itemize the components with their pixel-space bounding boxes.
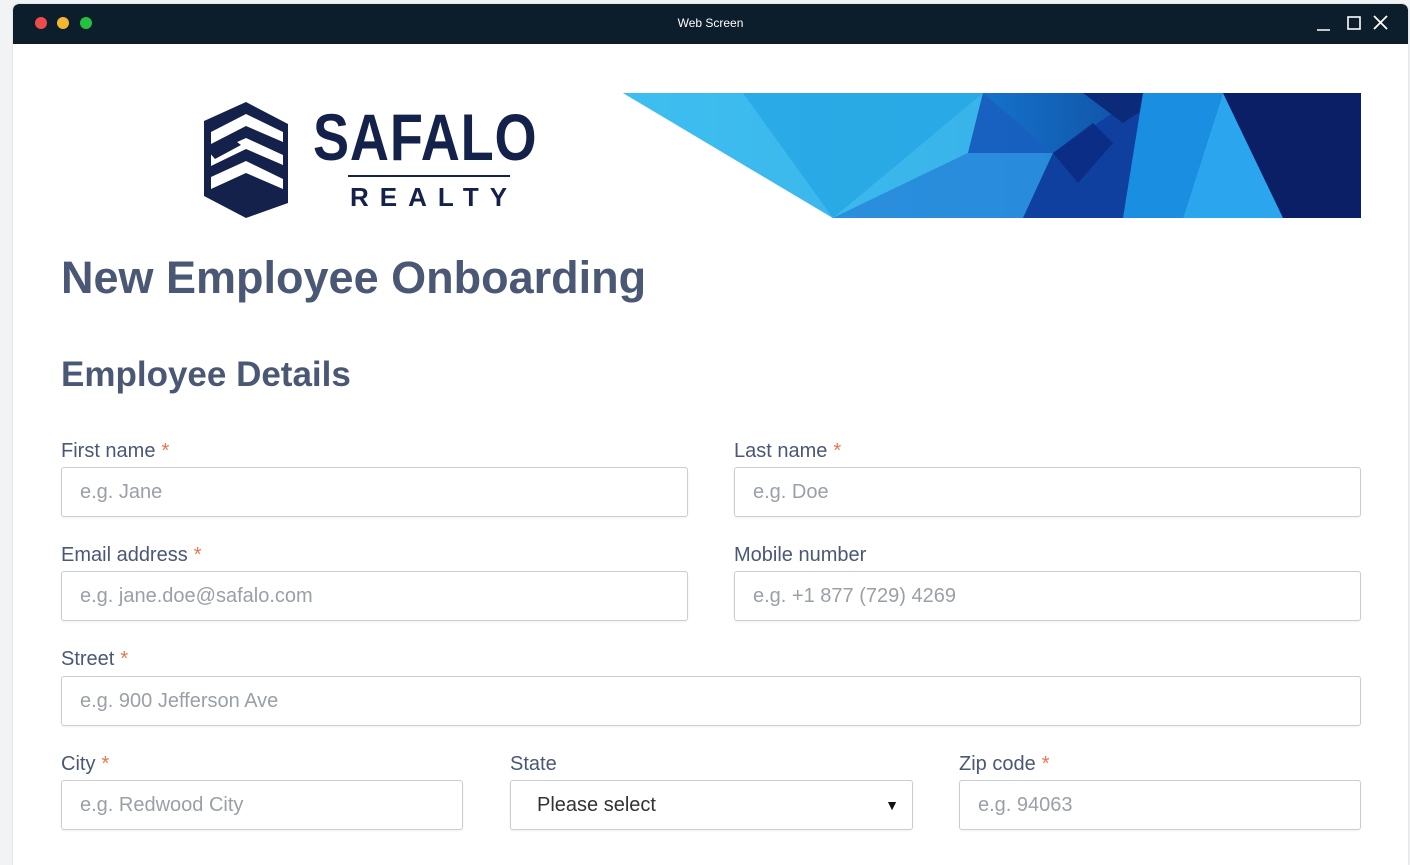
last-name-label: Last name * [734,441,841,461]
maximize-icon[interactable] [1343,12,1365,34]
email-label: Email address * [61,545,202,565]
street-label: Street * [61,649,128,669]
logo-wordmark: SAFALO [313,100,538,174]
mobile-label: Mobile number [734,545,866,565]
chevron-down-icon: ▼ [885,797,899,813]
zip-label: Zip code * [959,754,1050,774]
header-banner-image [623,93,1361,218]
required-mark: * [161,440,170,462]
state-select[interactable]: Please select ▼ [510,780,913,830]
close-icon[interactable] [1370,12,1392,34]
minimize-icon[interactable] [1313,12,1335,34]
first-name-label: First name * [61,441,169,461]
street-label-text: Street [61,648,115,670]
logo-divider [348,175,510,177]
state-label: State [510,754,557,774]
required-mark: * [833,440,842,462]
required-mark: * [101,753,110,775]
city-label-text: City [61,753,96,775]
state-label-text: State [510,753,557,775]
zip-input[interactable] [959,780,1361,830]
email-input[interactable] [61,571,688,621]
email-label-text: Email address [61,544,188,566]
first-name-input[interactable] [61,467,688,517]
page-title: New Employee Onboarding [61,252,647,303]
street-input[interactable] [61,676,1361,726]
zip-label-text: Zip code [959,753,1036,775]
mobile-input[interactable] [734,571,1361,621]
required-mark: * [193,544,202,566]
section-title: Employee Details [61,355,351,394]
city-input[interactable] [61,780,463,830]
browser-window: Web Screen SAFALO REALTY New Employee On… [13,4,1408,865]
last-name-input[interactable] [734,467,1361,517]
logo-tagline: REALTY [350,182,519,212]
state-select-value: Please select [537,793,656,816]
title-bar: Web Screen [13,4,1408,44]
required-mark: * [1041,753,1050,775]
first-name-label-text: First name [61,440,156,462]
mobile-label-text: Mobile number [734,544,867,566]
window-title: Web Screen [677,16,744,30]
city-label: City * [61,754,109,774]
last-name-label-text: Last name [734,440,828,462]
required-mark: * [120,648,129,670]
